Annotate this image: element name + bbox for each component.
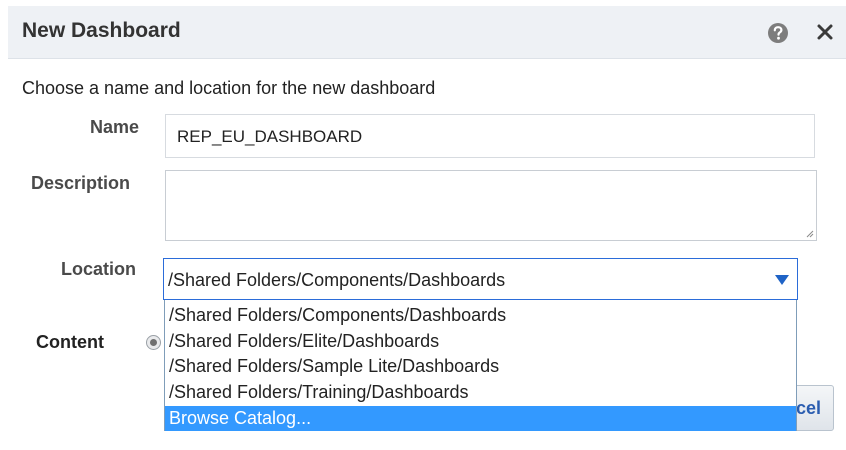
content-radio[interactable]	[146, 335, 161, 350]
dropdown-option-browse-catalog[interactable]: Browse Catalog...	[165, 406, 796, 431]
dialog-titlebar: New Dashboard	[8, 6, 846, 59]
radio-dot	[150, 339, 157, 346]
dropdown-option[interactable]: /Shared Folders/Sample Lite/Dashboards	[165, 354, 796, 379]
location-dropdown-list: /Shared Folders/Components/Dashboards /S…	[164, 300, 797, 431]
dropdown-arrow-icon[interactable]	[775, 275, 789, 285]
name-input[interactable]: REP_EU_DASHBOARD	[165, 114, 815, 158]
dialog-title: New Dashboard	[22, 19, 181, 42]
dropdown-option[interactable]: /Shared Folders/Training/Dashboards	[165, 380, 796, 405]
content-label: Content	[36, 332, 104, 352]
location-selected-value: /Shared Folders/Components/Dashboards	[168, 270, 506, 290]
location-select[interactable]: /Shared Folders/Components/Dashboards	[163, 258, 798, 300]
description-label: Description	[31, 173, 131, 193]
dropdown-option[interactable]: /Shared Folders/Elite/Dashboards	[165, 329, 796, 354]
description-textarea[interactable]	[165, 170, 817, 241]
dropdown-option[interactable]: /Shared Folders/Components/Dashboards	[165, 303, 796, 328]
location-label: Location	[61, 259, 136, 279]
name-label: Name	[90, 117, 140, 137]
help-icon[interactable]	[767, 22, 789, 44]
close-icon[interactable]	[814, 21, 836, 43]
instruction-text: Choose a name and location for the new d…	[22, 78, 436, 98]
resize-grip-icon[interactable]	[805, 229, 814, 238]
new-dashboard-dialog: New Dashboard Choose a name and location…	[0, 0, 846, 450]
